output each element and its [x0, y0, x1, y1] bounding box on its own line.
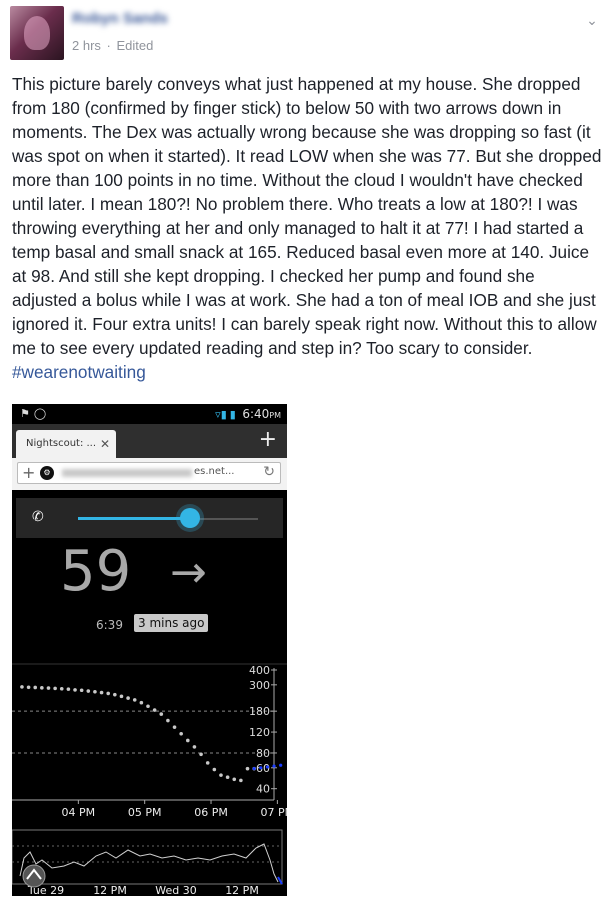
browser-tab-bar: Nightscout: ... ✕ + [12, 424, 287, 458]
glucose-point [20, 685, 24, 689]
phone-status-bar: ⚑◯ ▿▮ ▮ 6:40PM [12, 404, 287, 424]
overview-tick-label: 12 PM [225, 884, 259, 896]
glucose-point [26, 685, 31, 690]
author-avatar[interactable] [10, 6, 64, 60]
redacted-url [62, 469, 192, 477]
url-text: es.net... [194, 466, 235, 477]
battery-icon: ▮ [229, 408, 236, 421]
y-tick-label: 40 [256, 783, 270, 796]
glucose-chart[interactable]: 40030018012080604004 PM05 PM06 PM07 PMTu… [12, 662, 287, 896]
glucose-point [212, 767, 217, 772]
new-tab-icon[interactable]: + [259, 428, 277, 452]
browser-tab[interactable]: Nightscout: ... ✕ [16, 430, 116, 458]
glucose-point [186, 738, 190, 743]
current-bg-value: 59 [60, 539, 132, 604]
glucose-point [172, 725, 177, 729]
wifi-signal-icon: ▿▮ [215, 408, 227, 421]
reload-icon[interactable]: ↻ [263, 464, 275, 480]
glucose-point [79, 688, 84, 693]
x-tick-label: 04 PM [62, 806, 96, 819]
glucose-point [73, 688, 77, 692]
glucose-point [93, 690, 97, 694]
chevron-down-icon[interactable]: ⌄ [584, 12, 600, 28]
glucose-point [40, 686, 44, 690]
author-name[interactable]: Robyn Sands [72, 10, 168, 27]
glucose-point [106, 691, 110, 696]
x-tick-label: 06 PM [194, 806, 228, 819]
y-tick-label: 300 [249, 679, 270, 692]
post-body: This picture barely conveys what just ha… [12, 72, 602, 384]
glucose-point [239, 778, 243, 783]
glucose-point [53, 686, 57, 691]
glucose-point [126, 696, 130, 700]
site-favicon-icon: ⚙ [40, 466, 54, 480]
attached-screenshot[interactable]: ⚑◯ ▿▮ ▮ 6:40PM Nightscout: ... ✕ + + ⚙ es… [12, 404, 287, 896]
url-field[interactable]: + ⚙ es.net... ↻ [17, 462, 281, 484]
y-tick-label: 400 [249, 664, 270, 677]
close-icon[interactable]: ✕ [100, 430, 110, 458]
add-icon[interactable]: + [22, 463, 35, 483]
browser-url-bar: + ⚙ es.net... ↻ [12, 458, 287, 490]
meta-separator: · [106, 38, 111, 53]
post-meta: 2 hrs · Edited [72, 38, 153, 53]
post-timestamp[interactable]: 2 hrs [72, 38, 101, 53]
glucose-point [166, 718, 170, 723]
call-volume-icon: ✆ [32, 509, 44, 525]
post-header: Robyn Sands 2 hrs · Edited ⌄ [10, 6, 600, 66]
hashtag-link[interactable]: #wearenotwaiting [12, 362, 146, 382]
phone-clock: 6:40PM [242, 407, 281, 421]
round-button-icon [22, 864, 46, 888]
y-tick-label: 180 [249, 705, 270, 718]
notification-icons: ⚑◯ [20, 407, 51, 420]
glucose-point [99, 690, 104, 695]
reading-ago-badge: 3 mins ago [134, 614, 209, 632]
glucose-point [192, 745, 197, 749]
glucose-chart-svg: 40030018012080604004 PM05 PM06 PM07 PMTu… [12, 663, 287, 896]
glucose-point [219, 773, 223, 777]
glucose-point [86, 689, 91, 693]
tab-title: Nightscout: ... [26, 438, 97, 449]
overview-tick-label: Wed 30 [155, 884, 196, 896]
glucose-point [132, 698, 137, 702]
post-body-text: This picture barely conveys what just ha… [12, 74, 602, 358]
glucose-point [66, 687, 71, 691]
glucose-point [232, 777, 237, 782]
glucose-point [146, 704, 150, 709]
prediction-point [252, 767, 256, 771]
reading-time: 6:39 [96, 618, 123, 632]
overview-prediction [277, 876, 283, 885]
glucose-point [33, 685, 38, 690]
glucose-point [113, 692, 117, 697]
glucose-point [159, 712, 164, 716]
glucose-point [152, 708, 157, 712]
x-tick-label: 07 PM [261, 806, 287, 819]
glucose-point [245, 766, 250, 771]
overview-tick-label: 12 PM [93, 884, 127, 896]
glucose-point [46, 686, 51, 690]
glucose-point [205, 761, 210, 765]
prediction-point [279, 763, 283, 767]
prediction-point [259, 766, 263, 770]
glucose-point [199, 752, 203, 757]
edited-label[interactable]: Edited [117, 38, 154, 53]
volume-fill [78, 517, 190, 520]
y-tick-label: 80 [256, 747, 270, 760]
glucose-point [139, 700, 144, 705]
prediction-point [265, 765, 270, 769]
glucose-point [225, 775, 230, 779]
glucose-point [119, 694, 124, 699]
glucose-point [179, 732, 183, 736]
volume-slider-knob[interactable] [179, 508, 200, 528]
trend-arrow-icon: → [170, 547, 207, 598]
prediction-point [272, 764, 276, 768]
volume-panel: ✆ [16, 498, 283, 538]
x-tick-label: 05 PM [128, 806, 162, 819]
status-right: ▿▮ ▮ 6:40PM [215, 407, 281, 421]
y-tick-label: 120 [249, 726, 270, 739]
overview-line [19, 843, 279, 883]
glucose-point [59, 686, 64, 691]
